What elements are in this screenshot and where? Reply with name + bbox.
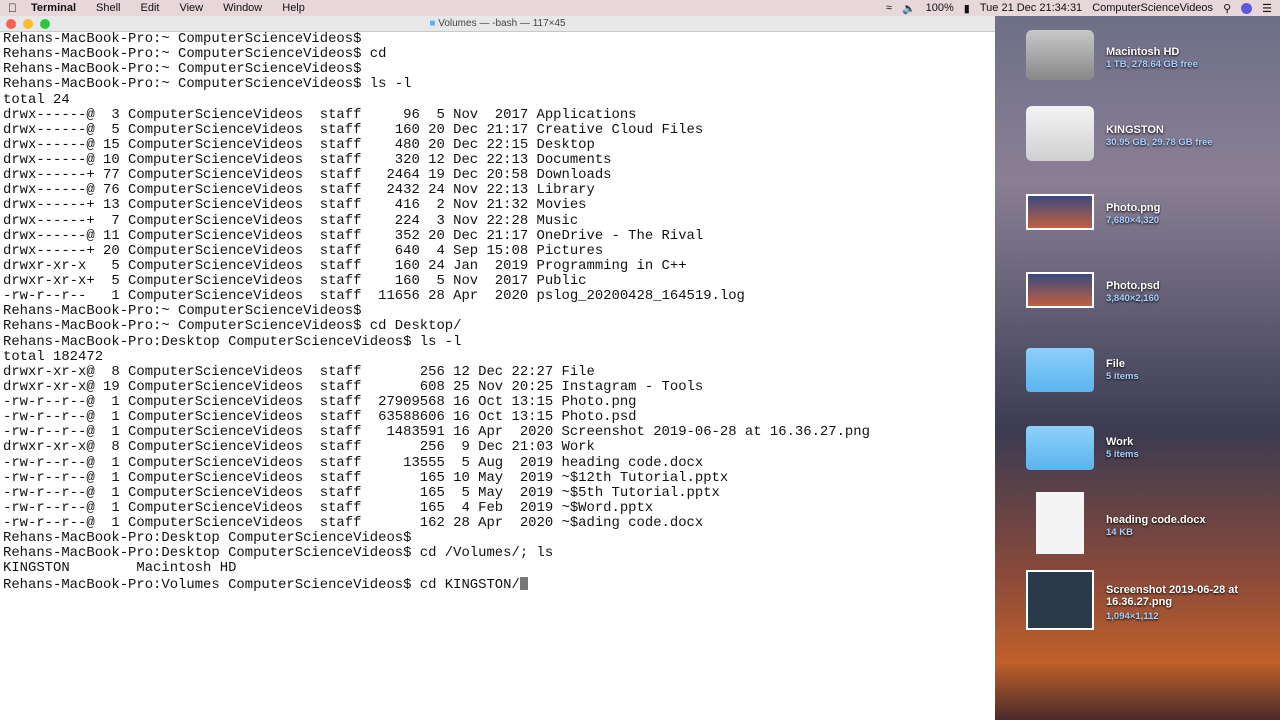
terminal-line: -rw-r--r--@ 1 ComputerScienceVideos staf…	[3, 499, 654, 516]
desktop-item-name: Screenshot 2019-06-28 at 16.36.27.png	[1106, 584, 1239, 608]
clock[interactable]: Tue 21 Dec 21:34:31	[980, 2, 1082, 14]
terminal-line: drwxr-xr-x@ 8 ComputerScienceVideos staf…	[3, 363, 595, 380]
desktop-item-info: 5 items	[1106, 371, 1139, 382]
terminal-line: Rehans-MacBook-Pro:~ ComputerScienceVide…	[3, 31, 362, 47]
desktop-item-name: Work	[1106, 436, 1134, 448]
desktop-item-name: heading code.docx	[1106, 514, 1206, 526]
menu-edit[interactable]: Edit	[141, 2, 160, 14]
desktop-item-name: Macintosh HD	[1106, 46, 1180, 58]
terminal-line: total 24	[3, 91, 70, 108]
close-button[interactable]	[6, 19, 16, 29]
terminal-line: Rehans-MacBook-Pro:~ ComputerScienceVide…	[3, 76, 412, 93]
title-bar[interactable]: ■ Volumes — -bash — 117×45	[0, 16, 995, 32]
desktop-item-info: 1,094×1,112	[1106, 611, 1159, 622]
terminal-line: -rw-r--r--@ 1 ComputerScienceVideos staf…	[3, 409, 637, 426]
desktop-item-info: 30.95 GB, 29.78 GB free	[1106, 137, 1213, 148]
terminal-line: drwx------@ 5 ComputerScienceVideos staf…	[3, 121, 704, 138]
window-title: Volumes — -bash — 117×45	[438, 18, 566, 29]
terminal-line: drwx------+ 13 ComputerScienceVideos sta…	[3, 197, 587, 214]
desktop-item[interactable]: Screenshot 2019-06-28 at 16.36.27.png 1,…	[1010, 566, 1270, 641]
terminal-line: Rehans-MacBook-Pro:~ ComputerScienceVide…	[3, 61, 362, 78]
menu-app[interactable]: Terminal	[31, 2, 76, 14]
apple-icon[interactable]: 	[8, 1, 17, 15]
desktop-item[interactable]: File 5 items	[1010, 332, 1270, 407]
terminal-line: Rehans-MacBook-Pro:~ ComputerScienceVide…	[3, 46, 387, 63]
image-icon	[1026, 194, 1094, 230]
terminal-line: drwxr-xr-x@ 8 ComputerScienceVideos staf…	[3, 439, 595, 456]
battery-icon[interactable]: ▮	[964, 2, 970, 15]
menu-bar:  Terminal Shell Edit View Window Help ≈…	[0, 0, 1280, 16]
menu-shell[interactable]: Shell	[96, 2, 120, 14]
terminal-line: drwx------+ 7 ComputerScienceVideos staf…	[3, 212, 579, 229]
user-menu[interactable]: ComputerScienceVideos	[1092, 2, 1213, 14]
terminal-line: drwxr-xr-x+ 5 ComputerScienceVideos staf…	[3, 273, 587, 289]
terminal-line: Rehans-MacBook-Pro:Desktop ComputerScien…	[3, 333, 462, 350]
terminal-line: drwx------+ 77 ComputerScienceVideos sta…	[3, 167, 612, 184]
menu-window[interactable]: Window	[223, 2, 262, 14]
desktop-item-info: 3,840×2,160	[1106, 293, 1160, 304]
terminal-line: drwxr-xr-x@ 19 ComputerScienceVideos sta…	[3, 378, 704, 395]
desktop-item-info: 7,680×4,320	[1106, 215, 1160, 226]
volume-icon[interactable]: 🔈	[902, 2, 916, 15]
terminal-line: KINGSTON Macintosh HD	[3, 560, 237, 577]
terminal-window: ■ Volumes — -bash — 117×45 Rehans-MacBoo…	[0, 16, 995, 720]
desktop-item-info: 1 TB, 278.64 GB free	[1106, 59, 1198, 70]
desktop-item[interactable]: heading code.docx 14 KB	[1010, 488, 1270, 563]
wifi-icon[interactable]: ≈	[886, 2, 892, 14]
desktop-item[interactable]: Work 5 items	[1010, 410, 1270, 485]
siri-icon[interactable]	[1241, 2, 1253, 14]
terminal-line: Rehans-MacBook-Pro:Desktop ComputerScien…	[3, 530, 412, 547]
spotlight-search-icon[interactable]: ⚲	[1223, 2, 1231, 15]
desktop-item[interactable]: Photo.png 7,680×4,320	[1010, 176, 1270, 251]
terminal-line: -rw-r--r--@ 1 ComputerScienceVideos staf…	[3, 394, 637, 410]
zoom-button[interactable]	[40, 19, 50, 29]
current-command: Rehans-MacBook-Pro:Volumes ComputerScien…	[3, 576, 520, 593]
terminal-line: drwxr-xr-x 5 ComputerScienceVideos staff…	[3, 257, 687, 274]
docx-icon	[1036, 492, 1084, 554]
desktop-item-name: File	[1106, 358, 1125, 370]
desktop-item-info: 5 items	[1106, 449, 1139, 460]
menu-view[interactable]: View	[179, 2, 203, 14]
image-icon	[1026, 272, 1094, 308]
terminal-line: -rw-r--r--@ 1 ComputerScienceVideos staf…	[3, 454, 704, 471]
desktop-item-info: 14 KB	[1106, 527, 1133, 538]
screenshot-icon	[1026, 570, 1094, 630]
usb-drive-icon	[1026, 106, 1094, 161]
terminal-line: drwx------@ 11 ComputerScienceVideos sta…	[3, 227, 704, 244]
terminal-line: drwx------@ 3 ComputerScienceVideos staf…	[3, 106, 637, 123]
terminal-line: -rw-r--r--@ 1 ComputerScienceVideos staf…	[3, 484, 720, 501]
notification-center-icon[interactable]: ☰	[1262, 2, 1272, 15]
minimize-button[interactable]	[23, 19, 33, 29]
terminal-line: drwx------@ 15 ComputerScienceVideos sta…	[3, 136, 595, 153]
battery-percent[interactable]: 100%	[926, 2, 954, 14]
folder-icon	[1026, 426, 1094, 470]
terminal-line: drwx------+ 20 ComputerScienceVideos sta…	[3, 242, 604, 259]
terminal-line: Rehans-MacBook-Pro:~ ComputerScienceVide…	[3, 318, 462, 335]
terminal-line: drwx------@ 10 ComputerScienceVideos sta…	[3, 152, 612, 168]
menu-help[interactable]: Help	[282, 2, 305, 14]
folder-icon: ■	[429, 18, 436, 29]
terminal-output[interactable]: Rehans-MacBook-Pro:~ ComputerScienceVide…	[0, 31, 995, 593]
terminal-line: -rw-r--r-- 1 ComputerScienceVideos staff…	[3, 288, 745, 305]
hard-drive-icon	[1026, 30, 1094, 80]
terminal-line: drwx------@ 76 ComputerScienceVideos sta…	[3, 182, 595, 199]
terminal-line: total 182472	[3, 348, 104, 365]
terminal-prompt-line[interactable]: Rehans-MacBook-Pro:Volumes ComputerScien…	[3, 576, 995, 593]
desktop-item-name: Photo.psd	[1106, 280, 1160, 292]
desktop-item[interactable]: KINGSTON 30.95 GB, 29.78 GB free	[1010, 98, 1270, 173]
folder-icon	[1026, 348, 1094, 392]
terminal-line: -rw-r--r--@ 1 ComputerScienceVideos staf…	[3, 469, 729, 486]
desktop-item-name: KINGSTON	[1106, 124, 1164, 136]
desktop-item-name: Photo.png	[1106, 202, 1161, 214]
terminal-line: Rehans-MacBook-Pro:Desktop ComputerScien…	[3, 545, 554, 562]
terminal-line: -rw-r--r--@ 1 ComputerScienceVideos staf…	[3, 515, 704, 531]
terminal-line: -rw-r--r--@ 1 ComputerScienceVideos staf…	[3, 424, 870, 441]
cursor	[519, 576, 528, 590]
desktop-item[interactable]: Macintosh HD 1 TB, 278.64 GB free	[1010, 20, 1270, 95]
desktop-item[interactable]: Photo.psd 3,840×2,160	[1010, 254, 1270, 329]
terminal-line: Rehans-MacBook-Pro:~ ComputerScienceVide…	[3, 303, 362, 320]
